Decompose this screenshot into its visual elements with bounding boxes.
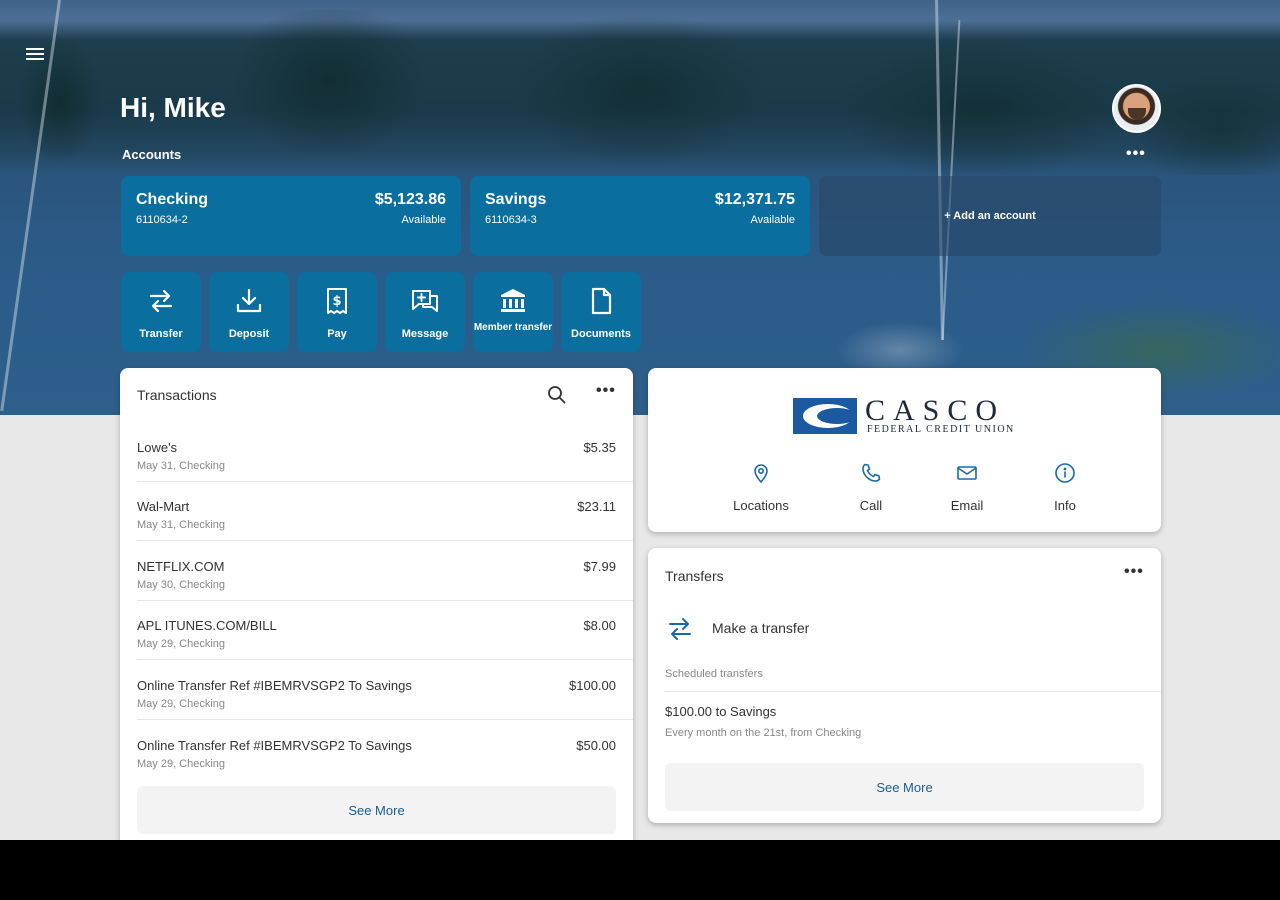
action-transfer-button[interactable]: Transfer: [121, 272, 201, 352]
transaction-row[interactable]: NETFLIX.COM May 30, Checking $7.99: [120, 542, 633, 601]
action-label: Pay: [327, 328, 347, 340]
avatar[interactable]: [1112, 84, 1161, 133]
account-number: 6110634-2: [136, 214, 188, 226]
account-name: Savings: [485, 191, 547, 208]
row-divider: [665, 691, 1161, 692]
scheduled-transfer-item[interactable]: $100.00 to Savings Every month on the 21…: [665, 704, 861, 739]
locations-button[interactable]: Locations: [716, 462, 806, 513]
deposit-icon: [236, 288, 262, 313]
search-icon[interactable]: [546, 384, 568, 406]
scheduled-transfer-title: $100.00 to Savings: [665, 704, 777, 719]
transactions-title: Transactions: [137, 387, 217, 403]
transaction-meta: May 30, Checking: [137, 579, 226, 591]
casco-logo-mark: [793, 398, 857, 434]
transfer-icon: [149, 289, 173, 313]
transfers-card: Transfers ••• Make a transfer Scheduled …: [648, 548, 1161, 823]
email-button[interactable]: Email: [922, 462, 1012, 513]
account-card-checking[interactable]: Checking $5,123.86 6110634-2 Available: [121, 176, 461, 256]
account-balance: $12,371.75: [714, 191, 795, 208]
transaction-row[interactable]: Online Transfer Ref #IBEMRVSGP2 To Savin…: [120, 721, 633, 780]
transaction-amount: $23.11: [577, 499, 616, 514]
transfer-icon: [669, 618, 691, 640]
transaction-description: NETFLIX.COM: [137, 559, 225, 574]
row-divider: [137, 659, 633, 660]
info-label: Info: [1054, 498, 1076, 513]
greeting: Hi, Mike: [120, 92, 226, 123]
location-pin-icon: [754, 464, 768, 484]
casco-logo-subtitle: FEDERAL CREDIT UNION: [867, 424, 1015, 435]
account-status: Available: [401, 214, 446, 226]
action-pay-button[interactable]: $ Pay: [297, 272, 377, 352]
svg-text:$: $: [332, 294, 341, 309]
email-icon: [957, 466, 977, 480]
casco-logo-word: CASCO: [865, 394, 1006, 427]
transaction-meta: May 29, Checking: [137, 758, 226, 770]
make-transfer-button[interactable]: Make a transfer: [665, 610, 1145, 646]
transactions-more-icon[interactable]: •••: [596, 382, 616, 400]
email-label: Email: [950, 498, 984, 513]
transaction-amount: $8.00: [583, 618, 616, 633]
info-button[interactable]: Info: [1020, 462, 1110, 513]
transfers-more-icon[interactable]: •••: [1124, 563, 1144, 581]
credit-union-card: CASCO FEDERAL CREDIT UNION Locations Cal…: [648, 368, 1161, 532]
scheduled-transfer-subtitle: Every month on the 21st, from Checking: [665, 727, 862, 739]
transaction-description: APL ITUNES.COM/BILL: [137, 618, 277, 633]
account-balance: $5,123.86: [374, 191, 446, 208]
transaction-meta: May 31, Checking: [137, 460, 226, 472]
bank-icon: [501, 289, 525, 312]
transactions-see-more-button[interactable]: See More: [137, 786, 616, 834]
hamburger-menu-icon[interactable]: [26, 48, 48, 66]
transaction-meta: May 31, Checking: [137, 519, 226, 531]
transaction-row[interactable]: APL ITUNES.COM/BILL May 29, Checking $8.…: [120, 601, 633, 660]
accounts-label: Accounts: [122, 147, 182, 162]
transaction-amount: $50.00: [576, 738, 616, 753]
account-card-savings[interactable]: Savings $12,371.75 6110634-3 Available: [470, 176, 810, 256]
account-name: Checking: [136, 191, 209, 208]
transaction-meta: May 29, Checking: [137, 638, 226, 650]
make-transfer-label: Make a transfer: [712, 620, 810, 636]
action-member-transfer-button[interactable]: Member transfer: [473, 272, 553, 352]
action-label: Deposit: [228, 328, 270, 340]
action-label: Message: [401, 328, 449, 340]
avatar-more-icon[interactable]: •••: [1126, 145, 1146, 163]
phone-icon: [862, 463, 881, 482]
transfers-see-more-button[interactable]: See More: [665, 763, 1144, 811]
scheduled-transfers-label: Scheduled transfers: [665, 668, 763, 680]
action-label: Member transfer: [473, 322, 553, 333]
casco-logo: CASCO FEDERAL CREDIT UNION: [793, 394, 1023, 438]
transaction-amount: $7.99: [583, 559, 616, 574]
locations-label: Locations: [733, 498, 789, 513]
account-number: 6110634-3: [485, 214, 537, 226]
document-icon: [591, 287, 612, 315]
add-account-button[interactable]: + Add an account: [819, 176, 1161, 256]
transaction-row[interactable]: Lowe's May 31, Checking $5.35: [120, 423, 633, 482]
action-label: Transfer: [139, 328, 183, 340]
info-icon: [1055, 463, 1075, 483]
transaction-row[interactable]: Online Transfer Ref #IBEMRVSGP2 To Savin…: [120, 661, 633, 720]
transaction-row[interactable]: Wal-Mart May 31, Checking $23.11: [120, 482, 633, 541]
row-divider: [137, 540, 633, 541]
action-message-button[interactable]: Message: [385, 272, 465, 352]
call-label: Call: [859, 498, 883, 513]
transaction-description: Online Transfer Ref #IBEMRVSGP2 To Savin…: [137, 738, 412, 753]
call-button[interactable]: Call: [826, 462, 916, 513]
pay-icon: $: [327, 288, 347, 314]
transaction-description: Lowe's: [137, 440, 178, 455]
transaction-amount: $100.00: [569, 678, 616, 693]
app-screen: Hi, Mike Accounts ••• Checking $5,123.86…: [0, 0, 1280, 840]
action-label: Documents: [571, 328, 631, 340]
transaction-amount: $5.35: [583, 440, 616, 455]
transaction-meta: May 29, Checking: [137, 698, 226, 710]
transaction-description: Online Transfer Ref #IBEMRVSGP2 To Savin…: [137, 678, 412, 693]
transaction-description: Wal-Mart: [137, 499, 190, 514]
transactions-card: Transactions ••• Lowe's May 31, Checking…: [120, 368, 633, 840]
row-divider: [137, 719, 633, 720]
action-documents-button[interactable]: Documents: [561, 272, 641, 352]
account-status: Available: [750, 214, 795, 226]
action-deposit-button[interactable]: Deposit: [209, 272, 289, 352]
avatar-beard: [1128, 108, 1146, 120]
transfers-title: Transfers: [665, 568, 724, 584]
message-icon: [412, 290, 438, 312]
